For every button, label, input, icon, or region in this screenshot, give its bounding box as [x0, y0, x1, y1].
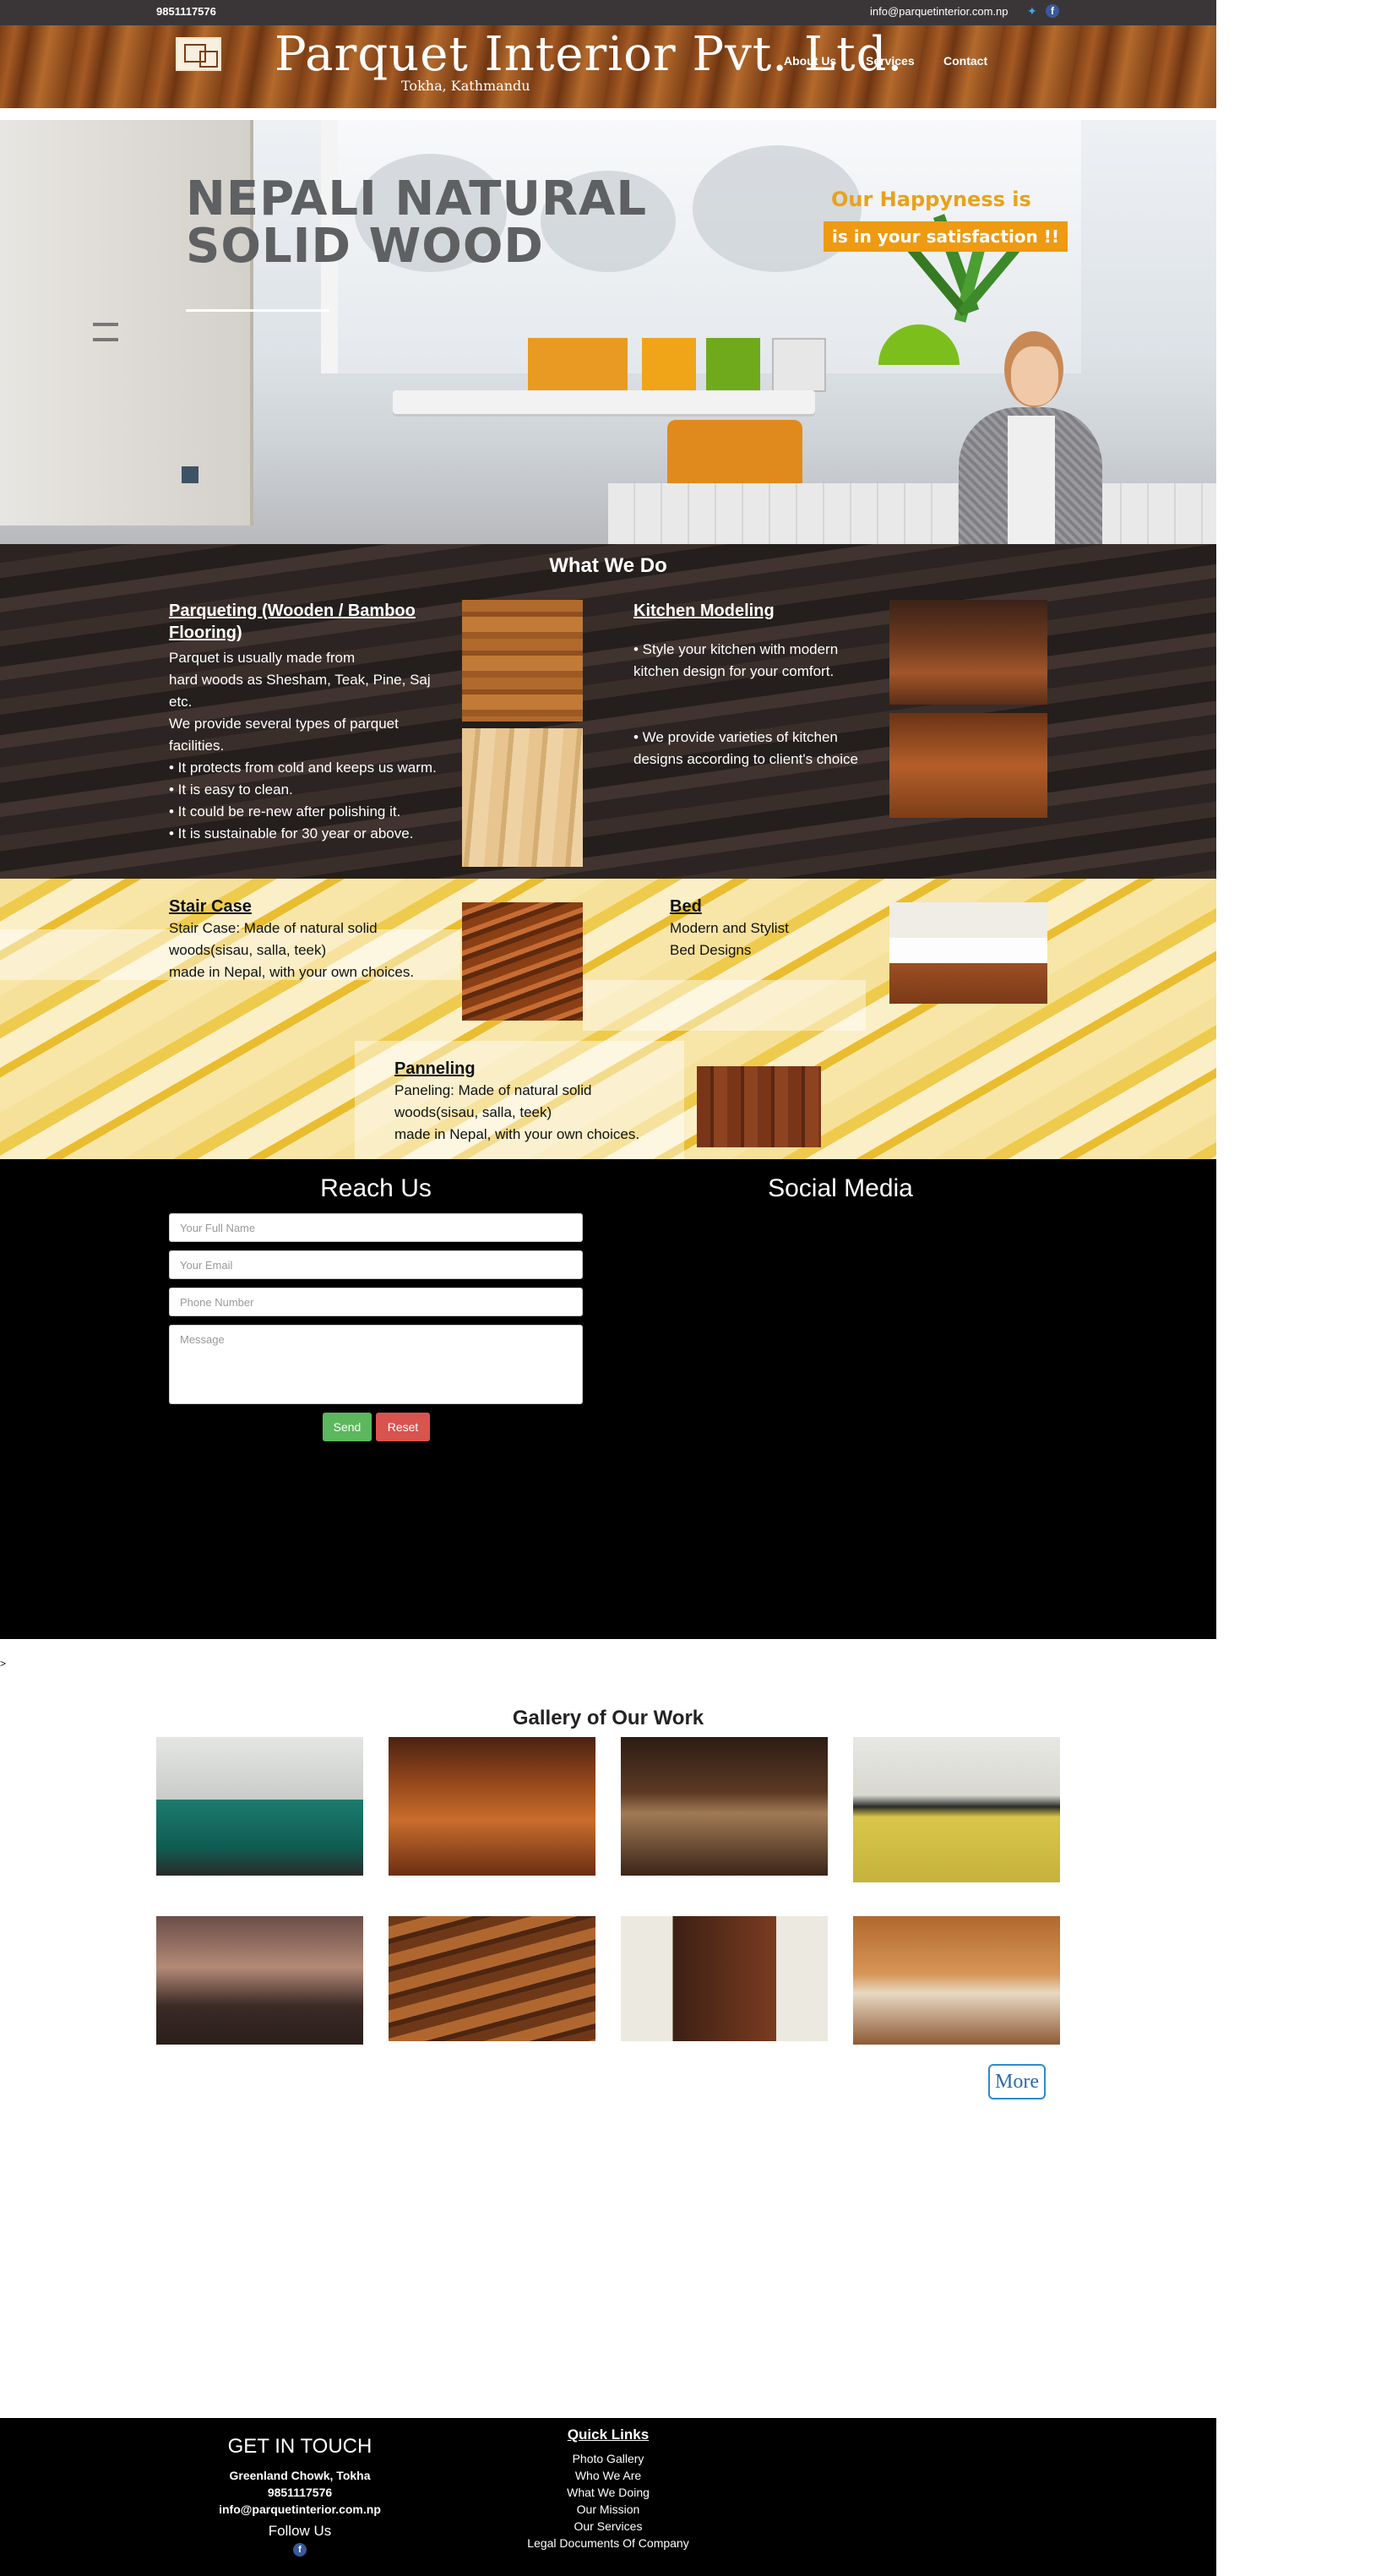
stray-text: >: [0, 1658, 7, 1669]
footer-link-who-we-are[interactable]: Who We Are: [481, 2467, 735, 2484]
header-divider: [0, 108, 1216, 113]
panneling-image[interactable]: [697, 1066, 821, 1147]
more-button[interactable]: More: [988, 2064, 1046, 2099]
hero-frame-yellow: [642, 338, 696, 392]
bed-title[interactable]: Bed: [670, 896, 702, 918]
brand-subtitle: Tokha, Kathmandu: [401, 78, 530, 94]
nav-contact[interactable]: Contact: [943, 54, 987, 68]
site-footer: GET IN TOUCH Greenland Chowk, Tokha 9851…: [0, 2418, 1216, 2576]
gallery-image[interactable]: [156, 1916, 363, 2045]
what-we-do-section: What We Do Parqueting (Wooden / Bamboo F…: [0, 544, 1216, 879]
kitchen-image[interactable]: [889, 600, 1047, 705]
get-in-touch-heading: GET IN TOUCH: [227, 2435, 372, 2458]
footer-link-our-mission[interactable]: Our Mission: [481, 2501, 735, 2518]
quick-links-column: Quick Links Photo Gallery Who We Are Wha…: [481, 2418, 735, 2551]
gallery-image[interactable]: [389, 1916, 595, 2041]
panneling-text: Paneling: Made of natural solid woods(si…: [394, 1082, 640, 1142]
gallery-image[interactable]: [853, 1916, 1060, 2045]
hero-tagline: Our Happyness is: [831, 188, 1031, 211]
hero-frame-orange: [528, 338, 628, 392]
footer-link-photo-gallery[interactable]: Photo Gallery: [481, 2450, 735, 2467]
logo-icon[interactable]: [176, 37, 221, 71]
message-textarea[interactable]: Message: [169, 1325, 583, 1404]
slider-pager[interactable]: [182, 466, 198, 483]
email-input[interactable]: Your Email: [169, 1250, 583, 1279]
gallery-image[interactable]: [853, 1737, 1060, 1882]
hero-woman-image: [959, 331, 1102, 544]
kitchen-text-2: • We provide varieties of kitchen design…: [633, 729, 858, 767]
footer-address: Greenland Chowk, Tokha: [229, 2469, 371, 2482]
facebook-icon[interactable]: f: [293, 2543, 307, 2557]
products-section: Stair Case Stair Case: Made of natural s…: [0, 879, 1216, 1159]
nav-about-us[interactable]: About Us: [784, 54, 836, 68]
staircase-text: Stair Case: Made of natural solid woods(…: [169, 920, 415, 980]
reach-us-heading: Reach Us: [320, 1174, 432, 1202]
phone-input[interactable]: Phone Number: [169, 1288, 583, 1316]
cabinet-handle: [93, 338, 118, 341]
parqueting-title[interactable]: Parqueting (Wooden / Bamboo Flooring): [169, 600, 439, 644]
quick-links-heading: Quick Links: [567, 2426, 650, 2443]
kitchen-image[interactable]: [889, 713, 1047, 818]
what-we-do-heading: What We Do: [549, 554, 667, 577]
full-name-input[interactable]: Your Full Name: [169, 1213, 583, 1242]
staircase-image[interactable]: [462, 902, 583, 1021]
bed-image[interactable]: [889, 902, 1047, 1004]
parqueting-text: Parquet is usually made from hard woods …: [169, 650, 437, 841]
hero-frame-green: [706, 338, 760, 392]
gallery-heading: Gallery of Our Work: [512, 1707, 704, 1729]
footer-link-our-services[interactable]: Our Services: [481, 2518, 735, 2535]
hero-frame-white: [772, 338, 826, 392]
panneling-title[interactable]: Panneling: [394, 1058, 476, 1080]
hero-title: NEPALI NATURAL SOLID WOOD: [186, 172, 648, 274]
hero-tagline-badge: is in your satisfaction !!: [824, 221, 1068, 252]
send-button[interactable]: Send: [323, 1413, 372, 1441]
follow-us-label: Follow Us: [268, 2523, 332, 2539]
staircase-title[interactable]: Stair Case: [169, 896, 252, 918]
marble-band: [583, 980, 866, 1031]
parquet-image[interactable]: [462, 600, 583, 722]
footer-link-what-we-doing[interactable]: What We Doing: [481, 2484, 735, 2501]
hero-floor-image: [608, 483, 1216, 544]
get-in-touch-column: GET IN TOUCH Greenland Chowk, Tokha 9851…: [173, 2418, 427, 2557]
hero-title-underline: [186, 309, 329, 312]
hero-banner: NEPALI NATURAL SOLID WOOD Our Happyness …: [0, 120, 1216, 544]
hero-desk-image: [393, 390, 815, 414]
gallery-image[interactable]: [156, 1737, 363, 1876]
cabinet-handle: [93, 323, 118, 326]
kitchen-title[interactable]: Kitchen Modeling: [633, 600, 887, 622]
topbar-phone: 9851117576: [156, 5, 216, 18]
facebook-icon[interactable]: f: [1046, 4, 1059, 18]
gallery-image[interactable]: [621, 1737, 828, 1876]
bed-text: Modern and Stylist Bed Designs: [670, 920, 789, 958]
reach-us-section: Reach Us Social Media Your Full Name You…: [0, 1159, 1216, 1639]
twitter-icon[interactable]: ✦: [1027, 4, 1041, 18]
site-header: Parquet Interior Pvt. Ltd. Tokha, Kathma…: [0, 25, 1216, 113]
kitchen-text-1: • Style your kitchen with modern kitchen…: [633, 641, 839, 679]
nav-services[interactable]: Services: [866, 54, 915, 68]
footer-email[interactable]: info@parquetinterior.com.np: [173, 2501, 427, 2518]
topbar-email[interactable]: info@parquetinterior.com.np: [870, 5, 1009, 18]
gallery-image[interactable]: [389, 1737, 595, 1876]
social-media-heading: Social Media: [768, 1174, 913, 1202]
parquet-planks-image[interactable]: [462, 728, 583, 867]
reset-button[interactable]: Reset: [376, 1413, 430, 1441]
footer-phone: 9851117576: [267, 2486, 333, 2499]
top-bar: 9851117576 info@parquetinterior.com.np ✦…: [0, 0, 1216, 25]
footer-link-legal-documents[interactable]: Legal Documents Of Company: [481, 2535, 735, 2551]
gallery-image[interactable]: [621, 1916, 828, 2041]
